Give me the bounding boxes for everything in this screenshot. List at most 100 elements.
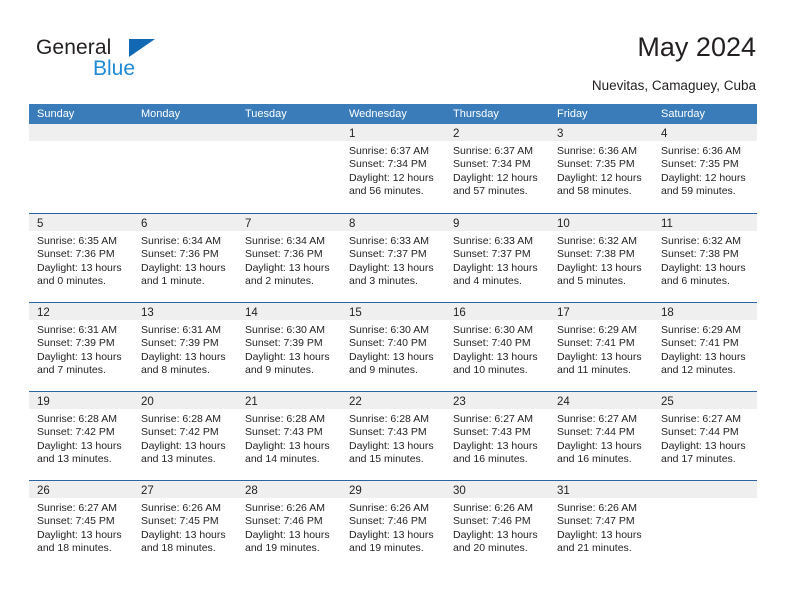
weekday-header-saturday: Saturday xyxy=(661,108,706,120)
sunrise-text: Sunrise: 6:36 AM xyxy=(557,145,637,157)
daylight-text-line1: Daylight: 13 hours xyxy=(453,528,538,541)
sunrise-text: Sunrise: 6:26 AM xyxy=(557,502,637,514)
calendar-day-cell[interactable]: 7 Sunrise: 6:34 AM Sunset: 7:36 PM Daylight… xyxy=(237,214,341,302)
day-number-band: 15 xyxy=(341,303,445,320)
calendar-day-cell[interactable]: 28 Sunrise: 6:26 AM Sunset: 7:46 PM Dayligh… xyxy=(237,481,341,569)
calendar-day-cell[interactable]: 22 Sunrise: 6:28 AM Sunset: 7:43 PM Dayligh… xyxy=(341,392,445,480)
daylight-text-line1: Daylight: 13 hours xyxy=(245,350,330,363)
calendar-day-cell[interactable]: 25 Sunrise: 6:27 AM Sunset: 7:44 PM Dayligh… xyxy=(653,392,757,480)
day-number: 25 xyxy=(661,396,674,408)
day-details: Sunrise: 6:26 AM Sunset: 7:46 PM Daylight:… xyxy=(445,498,549,556)
sunset-text: Sunset: 7:44 PM xyxy=(661,426,739,439)
calendar-day-cell[interactable]: 16 Sunrise: 6:30 AM Sunset: 7:40 PM Dayligh… xyxy=(445,303,549,391)
daylight-text-line1: Daylight: 13 hours xyxy=(141,439,226,452)
day-number: 21 xyxy=(245,396,258,408)
sunset-text: Sunset: 7:40 PM xyxy=(349,337,427,350)
calendar-day-cell[interactable]: 14 Sunrise: 6:30 AM Sunset: 7:39 PM Dayligh… xyxy=(237,303,341,391)
sunrise-text: Sunrise: 6:34 AM xyxy=(141,235,221,247)
calendar-page: General Blue May 2024 Nuevitas, Camaguey… xyxy=(0,0,792,612)
day-number: 5 xyxy=(37,218,44,230)
daylight-text-line2: and 10 minutes. xyxy=(453,364,528,377)
calendar-day-cell[interactable]: 13 Sunrise: 6:31 AM Sunset: 7:39 PM Dayligh… xyxy=(133,303,237,391)
calendar-day-cell[interactable]: 4 Sunrise: 6:36 AM Sunset: 7:35 PM Daylight… xyxy=(653,124,757,213)
day-details: Sunrise: 6:27 AM Sunset: 7:44 PM Daylight:… xyxy=(549,409,653,467)
calendar-day-cell[interactable]: 3 Sunrise: 6:36 AM Sunset: 7:35 PM Daylight… xyxy=(549,124,653,213)
calendar-day-cell[interactable]: 8 Sunrise: 6:33 AM Sunset: 7:37 PM Daylight… xyxy=(341,214,445,302)
calendar-day-cell[interactable]: 29 Sunrise: 6:26 AM Sunset: 7:46 PM Dayligh… xyxy=(341,481,445,569)
calendar-day-cell[interactable]: 27 Sunrise: 6:26 AM Sunset: 7:45 PM Dayligh… xyxy=(133,481,237,569)
daylight-text-line1: Daylight: 13 hours xyxy=(141,350,226,363)
calendar-day-cell[interactable]: 24 Sunrise: 6:27 AM Sunset: 7:44 PM Dayligh… xyxy=(549,392,653,480)
day-details: Sunrise: 6:30 AM Sunset: 7:39 PM Daylight:… xyxy=(237,320,341,378)
sunset-text: Sunset: 7:34 PM xyxy=(453,158,531,171)
day-number-band: 6 xyxy=(133,214,237,231)
daylight-text-line2: and 11 minutes. xyxy=(557,364,631,377)
calendar-day-cell[interactable]: 2 Sunrise: 6:37 AM Sunset: 7:34 PM Daylight… xyxy=(445,124,549,213)
daylight-text-line2: and 5 minutes. xyxy=(557,275,626,288)
day-number-band: 29 xyxy=(341,481,445,498)
calendar-day-cell[interactable]: 31 Sunrise: 6:26 AM Sunset: 7:47 PM Dayligh… xyxy=(549,481,653,569)
daylight-text-line2: and 59 minutes. xyxy=(661,185,736,198)
day-details: Sunrise: 6:30 AM Sunset: 7:40 PM Daylight:… xyxy=(445,320,549,378)
weekday-header-thursday: Thursday xyxy=(453,108,499,120)
day-number-band xyxy=(237,124,341,141)
generalblue-logo[interactable]: General Blue xyxy=(36,36,236,84)
calendar-day-cell[interactable]: 11 Sunrise: 6:32 AM Sunset: 7:38 PM Dayligh… xyxy=(653,214,757,302)
daylight-text-line2: and 18 minutes. xyxy=(141,542,216,555)
sunset-text: Sunset: 7:36 PM xyxy=(141,248,219,261)
day-number-band: 31 xyxy=(549,481,653,498)
day-number-band: 3 xyxy=(549,124,653,141)
day-details: Sunrise: 6:35 AM Sunset: 7:36 PM Daylight:… xyxy=(29,231,133,289)
day-number: 19 xyxy=(37,396,50,408)
calendar-day-cell[interactable]: 18 Sunrise: 6:29 AM Sunset: 7:41 PM Dayligh… xyxy=(653,303,757,391)
calendar-day-cell-empty xyxy=(237,124,341,213)
day-number-band: 27 xyxy=(133,481,237,498)
day-number: 30 xyxy=(453,485,466,497)
logo-text-blue: Blue xyxy=(93,57,136,80)
calendar-day-cell[interactable]: 1 Sunrise: 6:37 AM Sunset: 7:34 PM Daylight… xyxy=(341,124,445,213)
calendar-day-cell[interactable]: 19 Sunrise: 6:28 AM Sunset: 7:42 PM Dayligh… xyxy=(29,392,133,480)
sunset-text: Sunset: 7:45 PM xyxy=(37,515,115,528)
calendar-day-cell[interactable]: 12 Sunrise: 6:31 AM Sunset: 7:39 PM Dayligh… xyxy=(29,303,133,391)
daylight-text-line1: Daylight: 13 hours xyxy=(661,439,746,452)
sunrise-text: Sunrise: 6:27 AM xyxy=(557,413,637,425)
day-number: 20 xyxy=(141,396,154,408)
weekday-header-tuesday: Tuesday xyxy=(245,108,287,120)
weekday-header-row: Sunday Monday Tuesday Wednesday Thursday… xyxy=(29,104,757,124)
daylight-text-line2: and 12 minutes. xyxy=(661,364,736,377)
day-number-band: 26 xyxy=(29,481,133,498)
calendar-day-cell[interactable]: 23 Sunrise: 6:27 AM Sunset: 7:43 PM Dayligh… xyxy=(445,392,549,480)
day-number: 3 xyxy=(557,128,564,140)
daylight-text-line1: Daylight: 13 hours xyxy=(141,528,226,541)
day-number-band: 19 xyxy=(29,392,133,409)
calendar-day-cell[interactable]: 15 Sunrise: 6:30 AM Sunset: 7:40 PM Dayligh… xyxy=(341,303,445,391)
day-number-band: 23 xyxy=(445,392,549,409)
day-details: Sunrise: 6:29 AM Sunset: 7:41 PM Daylight:… xyxy=(549,320,653,378)
day-details: Sunrise: 6:28 AM Sunset: 7:43 PM Daylight:… xyxy=(237,409,341,467)
calendar-day-cell[interactable]: 21 Sunrise: 6:28 AM Sunset: 7:43 PM Dayligh… xyxy=(237,392,341,480)
day-number-band: 11 xyxy=(653,214,757,231)
weekday-header-wednesday: Wednesday xyxy=(349,108,407,120)
day-number: 29 xyxy=(349,485,362,497)
calendar-day-cell[interactable]: 17 Sunrise: 6:29 AM Sunset: 7:41 PM Dayligh… xyxy=(549,303,653,391)
calendar-day-cell[interactable]: 26 Sunrise: 6:27 AM Sunset: 7:45 PM Dayligh… xyxy=(29,481,133,569)
sunset-text: Sunset: 7:39 PM xyxy=(141,337,219,350)
sunrise-text: Sunrise: 6:33 AM xyxy=(453,235,533,247)
day-number: 12 xyxy=(37,307,50,319)
calendar-day-cell[interactable]: 20 Sunrise: 6:28 AM Sunset: 7:42 PM Dayligh… xyxy=(133,392,237,480)
calendar-day-cell[interactable]: 10 Sunrise: 6:32 AM Sunset: 7:38 PM Dayligh… xyxy=(549,214,653,302)
calendar-day-cell[interactable]: 30 Sunrise: 6:26 AM Sunset: 7:46 PM Dayligh… xyxy=(445,481,549,569)
sunset-text: Sunset: 7:38 PM xyxy=(557,248,635,261)
sunset-text: Sunset: 7:37 PM xyxy=(349,248,427,261)
day-details: Sunrise: 6:26 AM Sunset: 7:46 PM Daylight:… xyxy=(341,498,445,556)
daylight-text-line2: and 7 minutes. xyxy=(37,364,106,377)
daylight-text-line2: and 58 minutes. xyxy=(557,185,632,198)
daylight-text-line1: Daylight: 13 hours xyxy=(37,439,122,452)
daylight-text-line2: and 57 minutes. xyxy=(453,185,528,198)
calendar-day-cell[interactable]: 5 Sunrise: 6:35 AM Sunset: 7:36 PM Daylight… xyxy=(29,214,133,302)
calendar-day-cell[interactable]: 6 Sunrise: 6:34 AM Sunset: 7:36 PM Daylight… xyxy=(133,214,237,302)
calendar-day-cell[interactable]: 9 Sunrise: 6:33 AM Sunset: 7:37 PM Daylight… xyxy=(445,214,549,302)
day-number: 24 xyxy=(557,396,570,408)
logo-triangle-icon xyxy=(129,39,155,57)
daylight-text-line1: Daylight: 13 hours xyxy=(557,528,642,541)
